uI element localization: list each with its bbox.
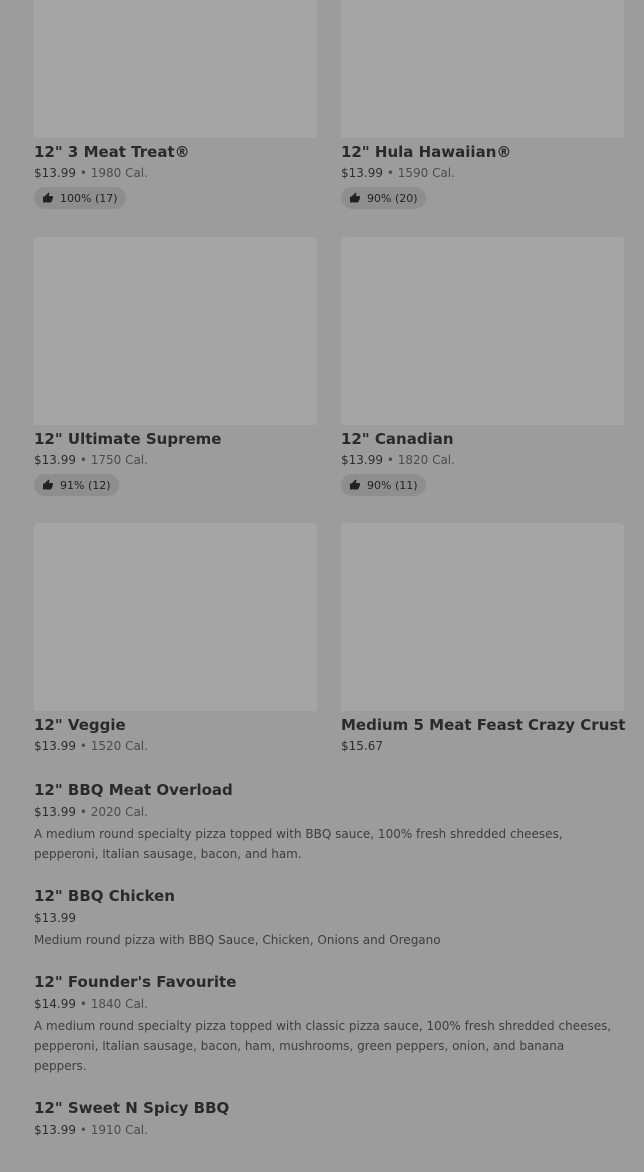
item-title: 12" Veggie — [34, 716, 126, 734]
meta-separator: • — [383, 453, 398, 467]
item-price: $13.99 — [341, 166, 383, 180]
item-price: $13.99 — [34, 1123, 76, 1137]
menu-grid: 12" 3 Meat Treat® $13.99 • 1980 Cal. 100… — [34, 0, 624, 209]
list-item[interactable]: 12" Sweet N Spicy BBQ $13.99 • 1910 Cal. — [34, 1098, 614, 1160]
thumbs-up-icon — [350, 192, 360, 203]
pizza-image — [34, 0, 317, 138]
rating-badge: 91% (12) — [34, 474, 119, 496]
item-price: $13.99 — [34, 911, 76, 925]
item-title: 12" Canadian — [341, 430, 454, 448]
item-calories: 1750 Cal. — [90, 453, 148, 467]
item-meta: $15.67 — [341, 738, 624, 754]
pizza-image — [341, 237, 624, 425]
rating-text: 100% (17) — [60, 191, 118, 205]
item-meta: $13.99 • 1820 Cal. — [341, 452, 624, 468]
pizza-image — [341, 523, 624, 711]
thumbs-up-icon — [43, 479, 53, 490]
thumbs-up-icon — [350, 479, 360, 490]
meta-separator: • — [76, 1123, 91, 1137]
menu-grid-row-2: 12" Ultimate Supreme $13.99 • 1750 Cal. … — [34, 237, 624, 496]
item-meta: $13.99 • 1750 Cal. — [34, 452, 317, 468]
menu-grid-row-3: 12" Veggie $13.99 • 1520 Cal. Medium 5 M… — [34, 523, 626, 754]
meta-separator: • — [76, 166, 91, 180]
item-title: 12" Ultimate Supreme — [34, 430, 222, 448]
item-description: A medium round specialty pizza topped wi… — [34, 1019, 612, 1073]
menu-card[interactable]: 12" 3 Meat Treat® $13.99 • 1980 Cal. 100… — [34, 0, 317, 209]
meta-separator: • — [383, 166, 398, 180]
item-price: $13.99 — [34, 453, 76, 467]
item-calories: 2020 Cal. — [90, 805, 148, 819]
item-meta: $13.99 • 1910 Cal. — [34, 1122, 614, 1138]
item-meta: $13.99 • 1590 Cal. — [341, 165, 624, 181]
item-price: $14.99 — [34, 997, 76, 1011]
item-title: 12" Founder's Favourite — [34, 973, 237, 991]
item-title: 12" BBQ Meat Overload — [34, 781, 233, 799]
rating-text: 90% (11) — [367, 478, 418, 492]
item-title: 12" Sweet N Spicy BBQ — [34, 1099, 230, 1117]
menu-card[interactable]: 12" Veggie $13.99 • 1520 Cal. — [34, 523, 317, 754]
meta-separator: • — [76, 997, 91, 1011]
meta-separator: • — [76, 739, 91, 753]
rating-badge: 90% (11) — [341, 474, 426, 496]
item-meta: $13.99 • 2020 Cal. — [34, 804, 614, 820]
item-meta: $13.99 — [34, 910, 614, 926]
item-price: $13.99 — [34, 805, 76, 819]
menu-card[interactable]: Medium 5 Meat Feast Crazy Crust $15.67 — [341, 523, 626, 754]
item-title: 12" Hula Hawaiian® — [341, 143, 512, 161]
list-item[interactable]: 12" BBQ Meat Overload $13.99 • 2020 Cal.… — [34, 780, 614, 886]
item-price: $13.99 — [34, 166, 76, 180]
list-item[interactable]: 12" Founder's Favourite $14.99 • 1840 Ca… — [34, 972, 614, 1098]
pizza-image — [34, 523, 317, 711]
item-calories: 1840 Cal. — [90, 997, 148, 1011]
item-calories: 1590 Cal. — [397, 166, 455, 180]
item-calories: 1520 Cal. — [90, 739, 148, 753]
meta-separator: • — [76, 453, 91, 467]
item-title: Medium 5 Meat Feast Crazy Crust — [341, 716, 626, 734]
rating-badge: 90% (20) — [341, 187, 426, 209]
item-title: 12" BBQ Chicken — [34, 887, 175, 905]
item-meta: $13.99 • 1980 Cal. — [34, 165, 317, 181]
item-price: $13.99 — [34, 739, 76, 753]
item-description: A medium round specialty pizza topped wi… — [34, 827, 563, 861]
list-item[interactable]: 12" BBQ Chicken $13.99 Medium round pizz… — [34, 886, 614, 972]
item-calories: 1980 Cal. — [90, 166, 148, 180]
menu-list: 12" BBQ Meat Overload $13.99 • 2020 Cal.… — [34, 780, 614, 1160]
menu-card[interactable]: 12" Hula Hawaiian® $13.99 • 1590 Cal. 90… — [341, 0, 624, 209]
rating-badge: 100% (17) — [34, 187, 126, 209]
pizza-image — [34, 237, 317, 425]
item-price: $13.99 — [341, 453, 383, 467]
item-description: Medium round pizza with BBQ Sauce, Chick… — [34, 933, 441, 947]
item-price: $15.67 — [341, 739, 383, 753]
item-calories: 1820 Cal. — [397, 453, 455, 467]
thumbs-up-icon — [43, 192, 53, 203]
menu-card[interactable]: 12" Canadian $13.99 • 1820 Cal. 90% (11) — [341, 237, 624, 496]
item-meta: $13.99 • 1520 Cal. — [34, 738, 317, 754]
menu-card[interactable]: 12" Ultimate Supreme $13.99 • 1750 Cal. … — [34, 237, 317, 496]
rating-text: 90% (20) — [367, 191, 418, 205]
item-meta: $14.99 • 1840 Cal. — [34, 996, 614, 1012]
meta-separator: • — [76, 805, 91, 819]
item-title: 12" 3 Meat Treat® — [34, 143, 190, 161]
item-calories: 1910 Cal. — [90, 1123, 148, 1137]
rating-text: 91% (12) — [60, 478, 111, 492]
pizza-image — [341, 0, 624, 138]
